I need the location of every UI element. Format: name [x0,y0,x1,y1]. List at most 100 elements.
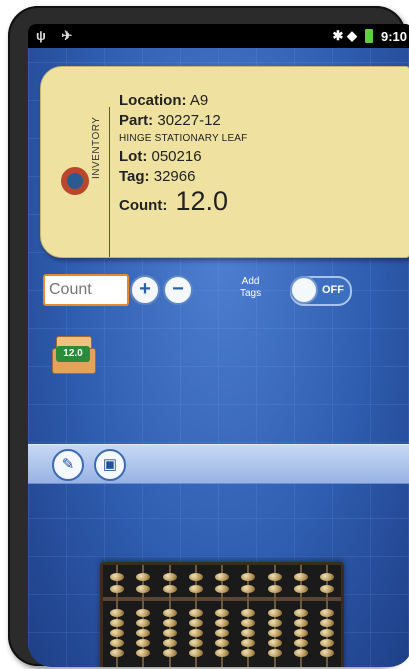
abacus-bead[interactable] [136,629,151,637]
part-description: HINGE STATIONARY LEAF [119,133,248,144]
abacus-bead[interactable] [110,629,124,637]
abacus-bead[interactable] [136,609,151,617]
abacus-bead[interactable] [267,619,282,627]
abacus-bead[interactable] [188,619,203,627]
abacus-bead[interactable] [136,573,151,581]
abacus-bead[interactable] [162,629,177,637]
abacus-bead[interactable] [267,573,282,581]
abacus-bead[interactable] [136,639,151,647]
toggle-knob[interactable] [290,276,318,304]
abacus-bead[interactable] [162,585,177,593]
abacus-bead[interactable] [241,585,256,593]
increment-button[interactable]: + [130,275,160,305]
location-line: Location: A9 [119,91,248,111]
abacus-bead[interactable] [188,649,203,657]
count-controls: + − Add Tags OFF [28,272,409,316]
abacus-bead[interactable] [162,649,177,657]
tag-number-line: Tag: 32966 [119,167,248,187]
abacus-bead[interactable] [320,629,334,637]
abacus-bead[interactable] [188,609,203,617]
abacus-bead[interactable] [136,649,151,657]
tag-divider [109,107,110,257]
abacus-bead[interactable] [162,639,177,647]
part-line: Part: 30227-12 [119,111,248,131]
decrement-button[interactable]: − [163,275,193,305]
abacus-bead[interactable] [241,629,256,637]
abacus-bead[interactable] [320,619,334,627]
abacus-bead[interactable] [320,573,334,581]
eraser-icon[interactable]: ✎ [52,449,84,481]
inventory-tag: INVENTORY Location: A9 Part: 30227-12 HI… [40,66,409,258]
abacus-bead[interactable] [241,609,256,617]
abacus[interactable] [100,562,344,667]
inventory-box[interactable]: 12.0 [50,330,96,374]
status-bar: ψ ✈ ✱ ◆ 9:10 [28,24,409,48]
clock: 9:10 [380,28,407,44]
abacus-bead[interactable] [320,649,334,657]
abacus-bead[interactable] [241,619,256,627]
abacus-bead[interactable] [188,573,203,581]
add-tags-label: Add Tags [240,276,261,300]
lot-line: Lot: 050216 [119,147,248,167]
abacus-bead[interactable] [320,639,334,647]
tag-label: Tag: [119,168,150,185]
abacus-bead[interactable] [267,629,282,637]
abacus-bead[interactable] [215,629,229,637]
status-left-icons: ψ ✈ [36,28,79,43]
abacus-bead[interactable] [162,573,177,581]
abacus-bead[interactable] [215,573,229,581]
abacus-bead[interactable] [293,629,308,637]
location-label: Location: [119,92,187,109]
abacus-bead[interactable] [110,619,124,627]
box-count-label: 12.0 [56,346,90,362]
abacus-bead[interactable] [320,585,334,593]
abacus-bead[interactable] [293,609,308,617]
abacus-bead[interactable] [188,585,203,593]
abacus-bead[interactable] [136,619,151,627]
abacus-bead[interactable] [136,585,151,593]
toggle-state: OFF [322,284,344,296]
abacus-bead[interactable] [110,639,124,647]
count-line: Count: 12.0 [119,188,248,216]
add-tags-label-line1: Add [241,276,260,287]
abacus-bead[interactable] [110,585,124,593]
part-value: 30227-12 [157,112,221,129]
abacus-bead[interactable] [267,639,282,647]
abacus-bead[interactable] [215,585,229,593]
lot-label: Lot: [119,148,148,165]
abacus-bead[interactable] [293,573,308,581]
abacus-bead[interactable] [215,649,229,657]
abacus-bead[interactable] [110,609,124,617]
device-frame: ψ ✈ ✱ ◆ 9:10 INVENTORY Location: A9 Part… [8,6,409,667]
abacus-bead[interactable] [162,609,177,617]
battery-icon [364,29,373,43]
save-icon[interactable]: ▣ [94,449,126,481]
abacus-bead[interactable] [241,639,256,647]
add-tags-toggle[interactable]: OFF [290,276,352,306]
abacus-bead[interactable] [188,629,203,637]
part-label: Part: [119,112,154,129]
abacus-bead[interactable] [293,649,308,657]
abacus-bead[interactable] [110,649,124,657]
abacus-bead[interactable] [110,573,124,581]
abacus-bead[interactable] [293,639,308,647]
abacus-bead[interactable] [267,609,282,617]
abacus-bead[interactable] [267,585,282,593]
abacus-bead[interactable] [241,649,256,657]
bluetooth-wifi-icons: ✱ ◆ [332,28,357,43]
abacus-bead[interactable] [293,585,308,593]
abacus-bead[interactable] [162,619,177,627]
tag-details: Location: A9 Part: 30227-12 HINGE STATIO… [119,91,248,216]
abacus-bead[interactable] [293,619,308,627]
count-value: 12.0 [175,186,229,216]
abacus-bead[interactable] [215,609,229,617]
abacus-bead[interactable] [241,573,256,581]
abacus-bead[interactable] [267,649,282,657]
count-input[interactable] [43,274,129,306]
abacus-bead[interactable] [215,619,229,627]
abacus-bead[interactable] [320,609,334,617]
abacus-bead[interactable] [215,639,229,647]
location-value: A9 [189,92,209,109]
status-right: ✱ ◆ 9:10 [332,28,407,44]
abacus-bead[interactable] [188,639,203,647]
